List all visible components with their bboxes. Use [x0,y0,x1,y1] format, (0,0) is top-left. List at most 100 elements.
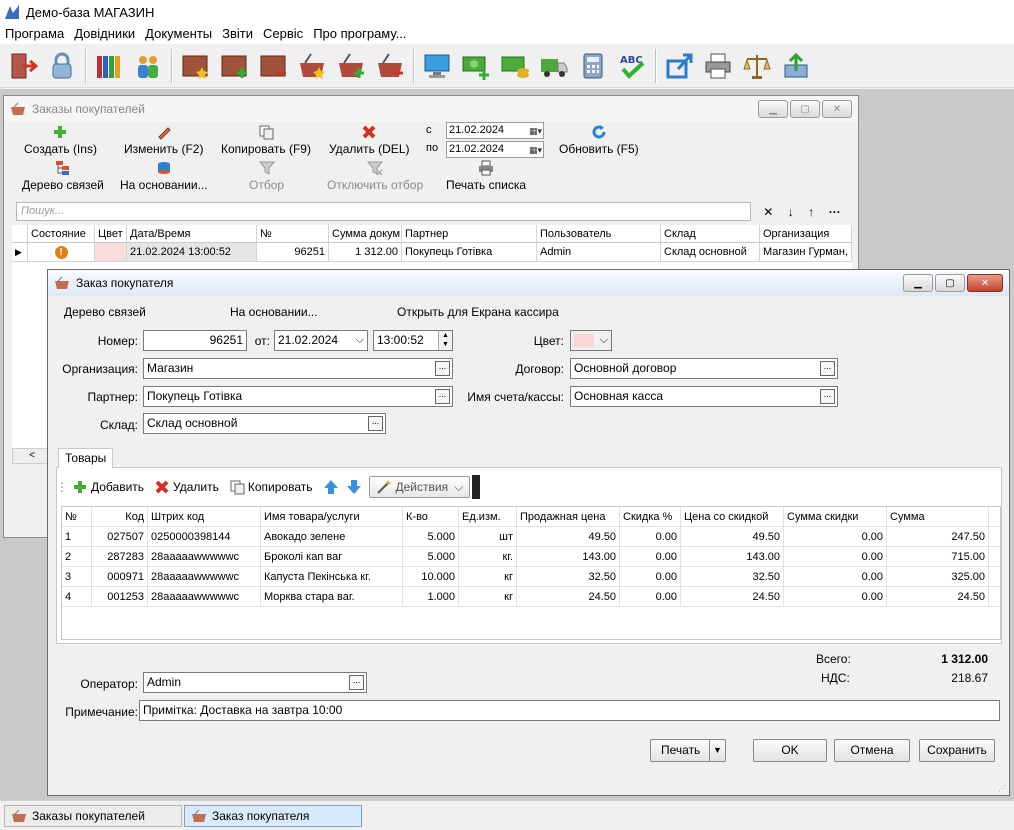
close-button[interactable]: ✕ [822,100,852,118]
table-row[interactable]: ▶ ! 21.02.2024 13:00:52 96251 1 312.00 П… [12,243,852,262]
scroll-left-button[interactable]: < [12,448,52,464]
clear-search-icon[interactable]: ✕ [763,205,773,219]
col-number[interactable]: № [257,225,329,242]
menu-service[interactable]: Сервіс [258,24,308,44]
search-more-icon[interactable]: ··· [829,205,841,219]
monitor-icon[interactable] [418,47,456,85]
delete-button[interactable]: Удалить (DEL) [329,124,409,156]
delete-item-button[interactable]: Удалить [154,479,219,495]
minimize-button[interactable]: ▁ [903,274,933,292]
minimize-button[interactable]: ▁ [758,100,788,118]
col-user[interactable]: Пользователь [537,225,661,242]
table-row[interactable]: 1 027507 0250000398144 Авокадо зелене 5.… [62,527,1000,547]
ok-button[interactable]: OK [753,739,827,762]
open-cashier-link[interactable]: Открыть для Екрана кассира [397,305,559,319]
col-color[interactable]: Цвет [95,225,127,242]
col-state[interactable]: Состояние [28,225,95,242]
search-input[interactable]: Пошук... [16,202,751,221]
basket-star-icon[interactable] [293,47,331,85]
scales-icon[interactable] [738,47,776,85]
menu-program[interactable]: Програма [0,24,69,44]
folder-star-icon[interactable] [176,47,214,85]
col-organization[interactable]: Организация [760,225,852,242]
note-field[interactable]: Примітка: Доставка на завтра 10:00 [139,700,1000,721]
time-spinner-icon[interactable]: ▲ ▼ [438,331,452,350]
copy-button[interactable]: Копировать (F9) [221,124,311,156]
edit-button[interactable]: Изменить (F2) [124,124,203,156]
tree-link[interactable]: Дерево связей [64,305,146,319]
col-price[interactable]: Продажная цена [517,507,620,526]
select-ellipsis-icon[interactable]: ... [820,389,835,404]
folder-plus-icon[interactable] [215,47,253,85]
calculator-icon[interactable] [574,47,612,85]
contract-field[interactable]: Основной договор ... [570,358,838,379]
money-coins-icon[interactable] [496,47,534,85]
color-picker[interactable]: ⌵ [570,330,612,351]
calendar-dropdown-icon[interactable]: ▦▾ [520,143,542,156]
col-disc-price[interactable]: Цена со скидкой [681,507,784,526]
col-partner[interactable]: Партнер [402,225,537,242]
menu-reports[interactable]: Звіти [217,24,258,44]
based-on-button[interactable]: На основании... [120,160,208,192]
truck-icon[interactable] [535,47,573,85]
date-from-field[interactable]: 21.02.2024 ▦▾ [446,122,544,139]
col-warehouse[interactable]: Склад [661,225,760,242]
basket-plus-icon[interactable] [332,47,370,85]
print-button[interactable]: Печать ▼ [650,739,726,762]
col-discount[interactable]: Скидка % [620,507,681,526]
table-row[interactable]: 4 001253 28aaaaawwwwwc Морква стара ваг.… [62,587,1000,607]
close-button[interactable]: ✕ [967,274,1003,292]
print-list-button[interactable]: Печать списка [446,160,526,192]
copy-item-button[interactable]: Копировать [229,479,313,495]
select-ellipsis-icon[interactable]: ... [820,361,835,376]
resize-grip-icon[interactable]: ⋰ [998,784,1006,793]
save-button[interactable]: Сохранить [919,739,995,762]
table-row[interactable]: 2 287283 28aaaaawwwwwc Броколі кап ваг 5… [62,547,1000,567]
cancel-button[interactable]: Отмена [834,739,910,762]
col-sum[interactable]: Сумма докум [329,225,402,242]
col-unit[interactable]: Ед.изм. [459,507,517,526]
tree-button[interactable]: Дерево связей [22,160,104,192]
search-prev-icon[interactable]: ↑ [808,205,814,219]
spellcheck-icon[interactable]: ABC [613,47,651,85]
money-plus-icon[interactable] [457,47,495,85]
create-button[interactable]: Создать (Ins) [24,124,97,156]
based-on-link[interactable]: На основании... [230,305,318,319]
exit-icon[interactable] [4,47,42,85]
maximize-button[interactable]: ▢ [790,100,820,118]
move-down-button[interactable] [346,479,365,495]
export-icon[interactable] [660,47,698,85]
folder-minus-icon[interactable] [254,47,292,85]
chevron-down-icon[interactable]: ⌵ [356,331,364,350]
filter-button[interactable]: Отбор [249,160,284,192]
search-next-icon[interactable]: ↓ [788,205,794,219]
select-ellipsis-icon[interactable]: ... [349,675,364,690]
partner-field[interactable]: Покупець Готівка ... [143,386,453,407]
col-qty[interactable]: К-во [403,507,459,526]
lock-icon[interactable] [43,47,81,85]
col-code[interactable]: Код [92,507,148,526]
warehouse-field[interactable]: Склад основной ... [143,413,386,434]
maximize-button[interactable]: ▢ [935,274,965,292]
books-icon[interactable] [90,47,128,85]
orders-list-titlebar[interactable]: Заказы покупателей ▁ ▢ ✕ [4,96,858,122]
tab-goods[interactable]: Товары [58,448,114,468]
upload-icon[interactable] [777,47,815,85]
chevron-down-icon[interactable]: ⌵ [600,331,608,350]
printer-icon[interactable] [699,47,737,85]
actions-dropdown[interactable]: Действия ⌵ [368,476,471,498]
add-item-button[interactable]: Добавить [72,479,144,495]
number-field[interactable]: 96251 [143,330,247,351]
select-ellipsis-icon[interactable]: ... [368,416,383,431]
col-disc-sum[interactable]: Сумма скидки [784,507,887,526]
col-index[interactable]: № [62,507,92,526]
refresh-button[interactable]: Обновить (F5) [559,124,639,156]
order-titlebar[interactable]: Заказ покупателя ▁ ▢ ✕ [48,270,1009,296]
menu-documents[interactable]: Документы [140,24,217,44]
users-icon[interactable] [129,47,167,85]
menu-about[interactable]: Про програму... [308,24,411,44]
organization-field[interactable]: Магазин ... [143,358,453,379]
toolbar-overflow-icon[interactable] [472,475,481,499]
col-datetime[interactable]: Дата/Время [127,225,257,242]
account-field[interactable]: Основная касса ... [570,386,838,407]
